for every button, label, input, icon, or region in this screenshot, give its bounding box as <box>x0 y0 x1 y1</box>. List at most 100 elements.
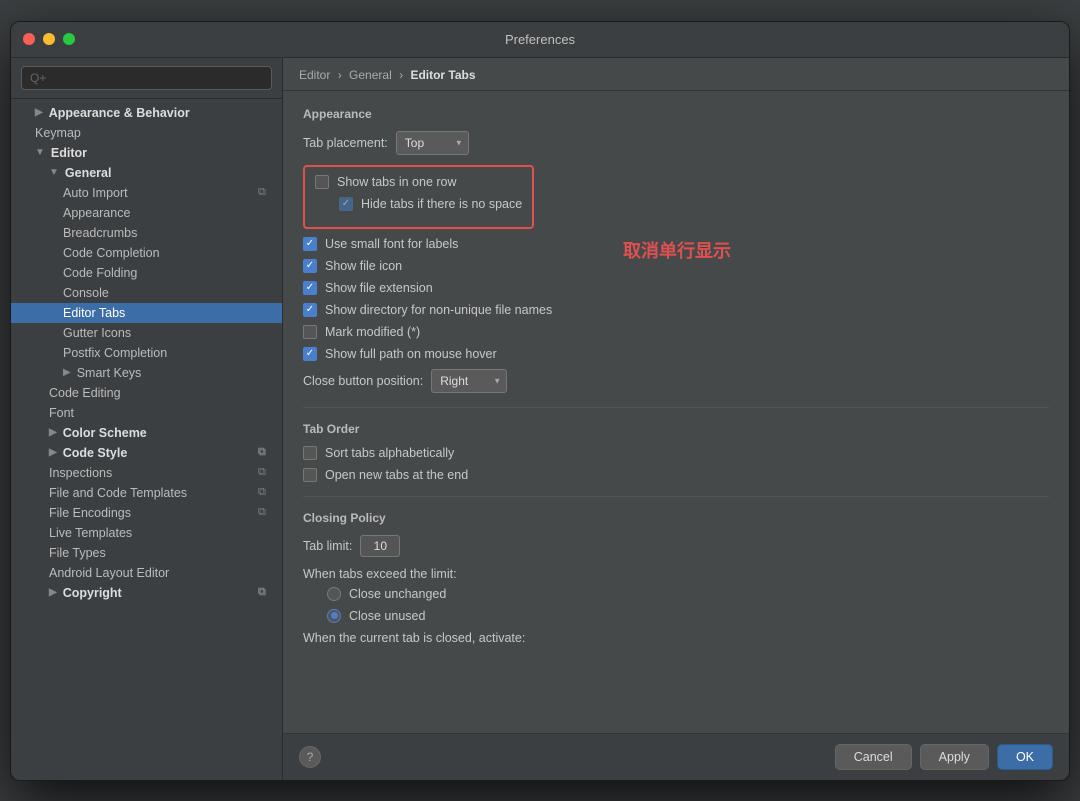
show-tabs-label[interactable]: Show tabs in one row <box>315 175 457 189</box>
sidebar-item-copyright[interactable]: ▶ Copyright ⧉ <box>11 583 282 603</box>
tab-placement-dropdown-wrap: Top Bottom Left Right None <box>396 131 469 155</box>
sidebar-item-code-completion[interactable]: Code Completion <box>11 243 282 263</box>
sort-tabs-label[interactable]: Sort tabs alphabetically <box>303 446 454 460</box>
mark-modified-text: Mark modified (*) <box>325 325 420 339</box>
sidebar-item-general[interactable]: ▼ General <box>11 163 282 183</box>
sidebar-item-smart-keys[interactable]: ▶ Smart Keys <box>11 363 282 383</box>
arrow-icon: ▶ <box>49 587 57 598</box>
sidebar-item-label: Inspections <box>49 466 112 480</box>
hide-tabs-label[interactable]: Hide tabs if there is no space <box>339 197 522 211</box>
close-button[interactable] <box>23 33 35 45</box>
sidebar-item-inspections[interactable]: Inspections ⧉ <box>11 463 282 483</box>
mark-modified-label[interactable]: Mark modified (*) <box>303 325 420 339</box>
sidebar-item-gutter-icons[interactable]: Gutter Icons <box>11 323 282 343</box>
close-unused-text: Close unused <box>349 609 425 623</box>
sidebar-item-appearance-behavior[interactable]: ▶ Appearance & Behavior <box>11 103 282 123</box>
sidebar-item-appearance[interactable]: Appearance <box>11 203 282 223</box>
sidebar-item-font[interactable]: Font <box>11 403 282 423</box>
open-new-tabs-checkbox[interactable] <box>303 468 317 482</box>
use-small-font-label[interactable]: Use small font for labels <box>303 237 458 251</box>
show-full-path-checkbox[interactable] <box>303 347 317 361</box>
close-unchanged-radio[interactable] <box>327 587 341 601</box>
open-new-tabs-row: Open new tabs at the end <box>303 468 1049 482</box>
show-full-path-text: Show full path on mouse hover <box>325 347 497 361</box>
breadcrumb-sep2: › <box>399 68 406 82</box>
sidebar-item-console[interactable]: Console <box>11 283 282 303</box>
close-unused-radio[interactable] <box>327 609 341 623</box>
show-file-extension-label[interactable]: Show file extension <box>303 281 433 295</box>
close-button-dropdown-wrap: Right Left Inactive None <box>431 369 507 393</box>
close-unchanged-row: Close unchanged <box>327 587 1049 601</box>
when-current-closed-text: When the current tab is closed, activate… <box>303 631 525 645</box>
sidebar-item-code-folding[interactable]: Code Folding <box>11 263 282 283</box>
sidebar-item-keymap[interactable]: Keymap <box>11 123 282 143</box>
use-small-font-checkbox[interactable] <box>303 237 317 251</box>
show-full-path-label[interactable]: Show full path on mouse hover <box>303 347 497 361</box>
maximize-button[interactable] <box>63 33 75 45</box>
sidebar-item-label: Editor Tabs <box>63 306 125 320</box>
sort-tabs-checkbox[interactable] <box>303 446 317 460</box>
show-tabs-checkbox[interactable] <box>315 175 329 189</box>
hide-tabs-row: Hide tabs if there is no space <box>339 197 522 211</box>
breadcrumb-editor: Editor <box>299 68 330 82</box>
sidebar-item-editor-tabs[interactable]: Editor Tabs <box>11 303 282 323</box>
ok-button[interactable]: OK <box>997 744 1053 770</box>
sidebar-item-editor[interactable]: ▼ Editor <box>11 143 282 163</box>
sidebar-item-label: Code Editing <box>49 386 121 400</box>
close-button-dropdown[interactable]: Right Left Inactive None <box>431 369 507 393</box>
settings-content: Appearance Tab placement: Top Bottom Lef… <box>283 91 1069 733</box>
annotation-text: 取消单行显示 <box>623 237 969 263</box>
sidebar-item-color-scheme[interactable]: ▶ Color Scheme <box>11 423 282 443</box>
search-input[interactable] <box>21 66 272 90</box>
close-unused-label[interactable]: Close unused <box>327 609 425 623</box>
close-unchanged-label[interactable]: Close unchanged <box>327 587 446 601</box>
arrow-icon: ▶ <box>49 427 57 438</box>
breadcrumb: Editor › General › Editor Tabs <box>283 58 1069 91</box>
cancel-button[interactable]: Cancel <box>835 744 912 770</box>
sidebar-item-file-code-templates[interactable]: File and Code Templates ⧉ <box>11 483 282 503</box>
sidebar-item-label: Color Scheme <box>63 426 147 440</box>
arrow-icon: ▶ <box>49 447 57 458</box>
tab-placement-dropdown[interactable]: Top Bottom Left Right None <box>396 131 469 155</box>
help-button[interactable]: ? <box>299 746 321 768</box>
show-directory-checkbox[interactable] <box>303 303 317 317</box>
sidebar-item-code-editing[interactable]: Code Editing <box>11 383 282 403</box>
show-file-icon-label[interactable]: Show file icon <box>303 259 402 273</box>
show-file-icon-checkbox[interactable] <box>303 259 317 273</box>
sidebar-item-code-style[interactable]: ▶ Code Style ⧉ <box>11 443 282 463</box>
sidebar-item-label: Keymap <box>35 126 81 140</box>
when-exceed-text: When tabs exceed the limit: <box>303 567 457 581</box>
sidebar-item-file-types[interactable]: File Types <box>11 543 282 563</box>
sidebar-item-label: Font <box>49 406 74 420</box>
sidebar-item-label: Breadcrumbs <box>63 226 137 240</box>
arrow-icon: ▼ <box>35 147 45 158</box>
mark-modified-checkbox[interactable] <box>303 325 317 339</box>
show-tabs-text: Show tabs in one row <box>337 175 457 189</box>
show-directory-row: Show directory for non-unique file names <box>303 303 1049 317</box>
sidebar-item-file-encodings[interactable]: File Encodings ⧉ <box>11 503 282 523</box>
sidebar-item-auto-import[interactable]: Auto Import ⧉ <box>11 183 282 203</box>
bottom-bar: ? Cancel Apply OK <box>283 733 1069 780</box>
minimize-button[interactable] <box>43 33 55 45</box>
show-file-extension-row: Show file extension <box>303 281 1049 295</box>
sidebar-item-postfix-completion[interactable]: Postfix Completion <box>11 343 282 363</box>
show-directory-text: Show directory for non-unique file names <box>325 303 552 317</box>
open-new-tabs-label[interactable]: Open new tabs at the end <box>303 468 468 482</box>
show-directory-label[interactable]: Show directory for non-unique file names <box>303 303 552 317</box>
copy-icon: ⧉ <box>258 586 272 600</box>
sidebar-item-label: Postfix Completion <box>63 346 167 360</box>
main-content: ▶ Appearance & Behavior Keymap ▼ Editor … <box>11 58 1069 780</box>
show-file-extension-checkbox[interactable] <box>303 281 317 295</box>
sort-tabs-row: Sort tabs alphabetically <box>303 446 1049 460</box>
apply-button[interactable]: Apply <box>920 744 989 770</box>
sort-tabs-text: Sort tabs alphabetically <box>325 446 454 460</box>
sidebar-item-android-layout-editor[interactable]: Android Layout Editor <box>11 563 282 583</box>
when-current-closed-row: When the current tab is closed, activate… <box>303 631 1049 645</box>
sidebar-item-label: Code Style <box>63 446 128 460</box>
sidebar-item-breadcrumbs[interactable]: Breadcrumbs <box>11 223 282 243</box>
hide-tabs-checkbox[interactable] <box>339 197 353 211</box>
tab-limit-input[interactable] <box>360 535 400 557</box>
appearance-section-title: Appearance <box>303 107 1049 121</box>
sidebar-item-label: Console <box>63 286 109 300</box>
sidebar-item-live-templates[interactable]: Live Templates <box>11 523 282 543</box>
